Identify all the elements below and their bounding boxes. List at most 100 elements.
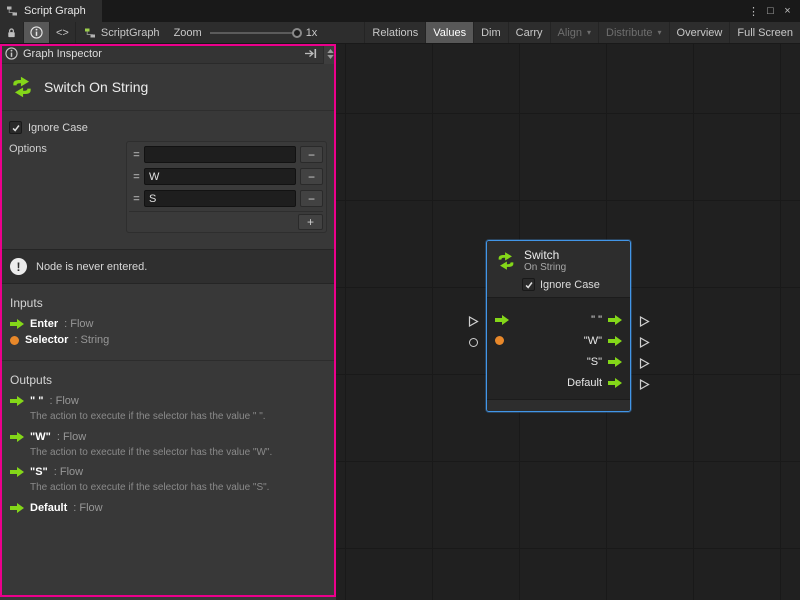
lock-button[interactable] (0, 22, 24, 43)
port-name: "W" (30, 431, 51, 443)
selector-input-port-icon[interactable] (495, 336, 504, 345)
connect-triangle-icon[interactable] (639, 358, 650, 372)
inspected-node-title: Switch On String (44, 79, 148, 95)
ignore-case-checkbox[interactable] (9, 121, 22, 134)
flow-output-port-icon (608, 378, 622, 388)
script-graph-icon (6, 5, 18, 17)
port-type: : Flow (64, 318, 93, 330)
outputs-header: Outputs (0, 367, 336, 393)
node-port-row: Default (487, 372, 630, 393)
dim-button[interactable]: Dim (473, 22, 508, 43)
inspector-title: Graph Inspector (23, 48, 299, 60)
switch-icon (9, 74, 35, 100)
node-titles: Switch On String (524, 248, 566, 273)
drag-handle-icon[interactable]: = (129, 149, 144, 161)
flow-port-icon (10, 467, 24, 477)
node-settings: Ignore Case Options = − = − (0, 111, 336, 245)
code-icon: <> (56, 27, 69, 39)
relations-button[interactable]: Relations (364, 22, 425, 43)
zoom-slider[interactable] (210, 32, 300, 34)
port-description: The action to execute if the selector ha… (0, 480, 336, 500)
check-icon (11, 123, 21, 133)
overview-button[interactable]: Overview (669, 22, 730, 43)
option-input[interactable] (144, 146, 296, 163)
options-label: Options (9, 141, 126, 155)
close-icon[interactable]: × (779, 2, 796, 20)
drag-handle-icon[interactable]: = (129, 193, 144, 205)
options-list: = − = − = − + (126, 141, 327, 233)
graph-name: ScriptGraph (101, 27, 160, 39)
input-port-row: Enter : Flow (0, 316, 336, 332)
graph-canvas[interactable]: Switch On String Ignore Case " " "W" (336, 44, 800, 600)
values-button[interactable]: Values (425, 22, 473, 43)
drag-handle-icon[interactable]: = (129, 171, 144, 183)
remove-option-button[interactable]: − (300, 168, 323, 185)
tab-script-graph[interactable]: Script Graph (0, 0, 102, 22)
zoom-value: 1x (306, 27, 318, 39)
node-footer (487, 399, 630, 411)
node-port-row: "W" (487, 330, 630, 351)
maximize-icon[interactable]: □ (762, 2, 779, 20)
add-option-button[interactable]: + (298, 214, 323, 230)
port-type: : Flow (73, 502, 102, 514)
full-screen-button[interactable]: Full Screen (729, 22, 800, 43)
ignore-case-row: Ignore Case (9, 121, 327, 134)
window-menu-icon[interactable]: ⋮ (745, 2, 762, 20)
port-name: Default (30, 502, 67, 514)
chevron-down-icon: ▾ (587, 28, 591, 37)
carry-button[interactable]: Carry (508, 22, 550, 43)
remove-option-button[interactable]: − (300, 146, 323, 163)
node-header[interactable]: Switch On String Ignore Case (487, 241, 630, 298)
output-port[interactable]: "S" (587, 356, 622, 368)
align-button[interactable]: Align▾ (550, 22, 598, 43)
inputs-section: Inputs Enter : Flow Selector : String (0, 284, 336, 352)
input-port-row: Selector : String (0, 332, 336, 348)
flow-output-port-icon (608, 336, 622, 346)
port-name: " " (30, 395, 44, 407)
chevron-down-icon: ▾ (658, 28, 662, 37)
ignore-case-label: Ignore Case (28, 122, 88, 134)
port-description: The action to execute if the selector ha… (0, 409, 336, 429)
node-ignore-case-checkbox[interactable] (522, 278, 535, 291)
remove-option-button[interactable]: − (300, 190, 323, 207)
inspector-toggle-button[interactable] (24, 22, 50, 43)
inputs-header: Inputs (0, 290, 336, 316)
output-port[interactable]: " " (591, 314, 622, 326)
option-item: = − (129, 188, 323, 209)
option-input[interactable] (144, 190, 296, 207)
flow-port-icon (10, 319, 24, 329)
script-graph-asset-icon (84, 27, 96, 39)
port-name: "S" (30, 466, 48, 478)
window-controls: ⋮ □ × (745, 0, 800, 22)
code-view-button[interactable]: <> (50, 22, 76, 43)
connect-circle-icon[interactable] (469, 338, 478, 347)
zoom-control: Zoom 1x (168, 22, 324, 43)
output-port[interactable]: "W" (584, 335, 622, 347)
options-footer: + (129, 211, 323, 230)
flow-input-port-icon[interactable] (495, 315, 509, 325)
zoom-slider-knob[interactable] (292, 28, 302, 38)
connect-triangle-icon[interactable] (639, 337, 650, 351)
expand-panel-icon[interactable] (304, 48, 318, 59)
output-port-row: " " : Flow (0, 393, 336, 409)
connect-triangle-icon[interactable] (639, 316, 650, 330)
toolbar-actions: Relations Values Dim Carry Align▾ Distri… (364, 22, 800, 43)
option-input[interactable] (144, 168, 296, 185)
flow-output-port-icon (608, 315, 622, 325)
connect-triangle-icon[interactable] (468, 316, 479, 330)
scroll-down-icon (327, 55, 334, 59)
warning-icon: ! (10, 258, 27, 275)
output-port-row: Default : Flow (0, 500, 336, 516)
zoom-label: Zoom (174, 27, 202, 39)
port-description: The action to execute if the selector ha… (0, 445, 336, 465)
port-type: : String (74, 334, 109, 346)
output-port[interactable]: Default (567, 377, 622, 389)
outputs-section: Outputs " " : Flow The action to execute… (0, 360, 336, 520)
flow-port-icon (10, 396, 24, 406)
switch-on-string-node[interactable]: Switch On String Ignore Case " " "W" (486, 240, 631, 412)
distribute-button[interactable]: Distribute▾ (598, 22, 668, 43)
graph-asset-label: ScriptGraph (76, 22, 168, 43)
connect-triangle-icon[interactable] (639, 379, 650, 393)
string-port-icon (10, 336, 19, 345)
inspector-scrollbar[interactable] (323, 44, 336, 64)
